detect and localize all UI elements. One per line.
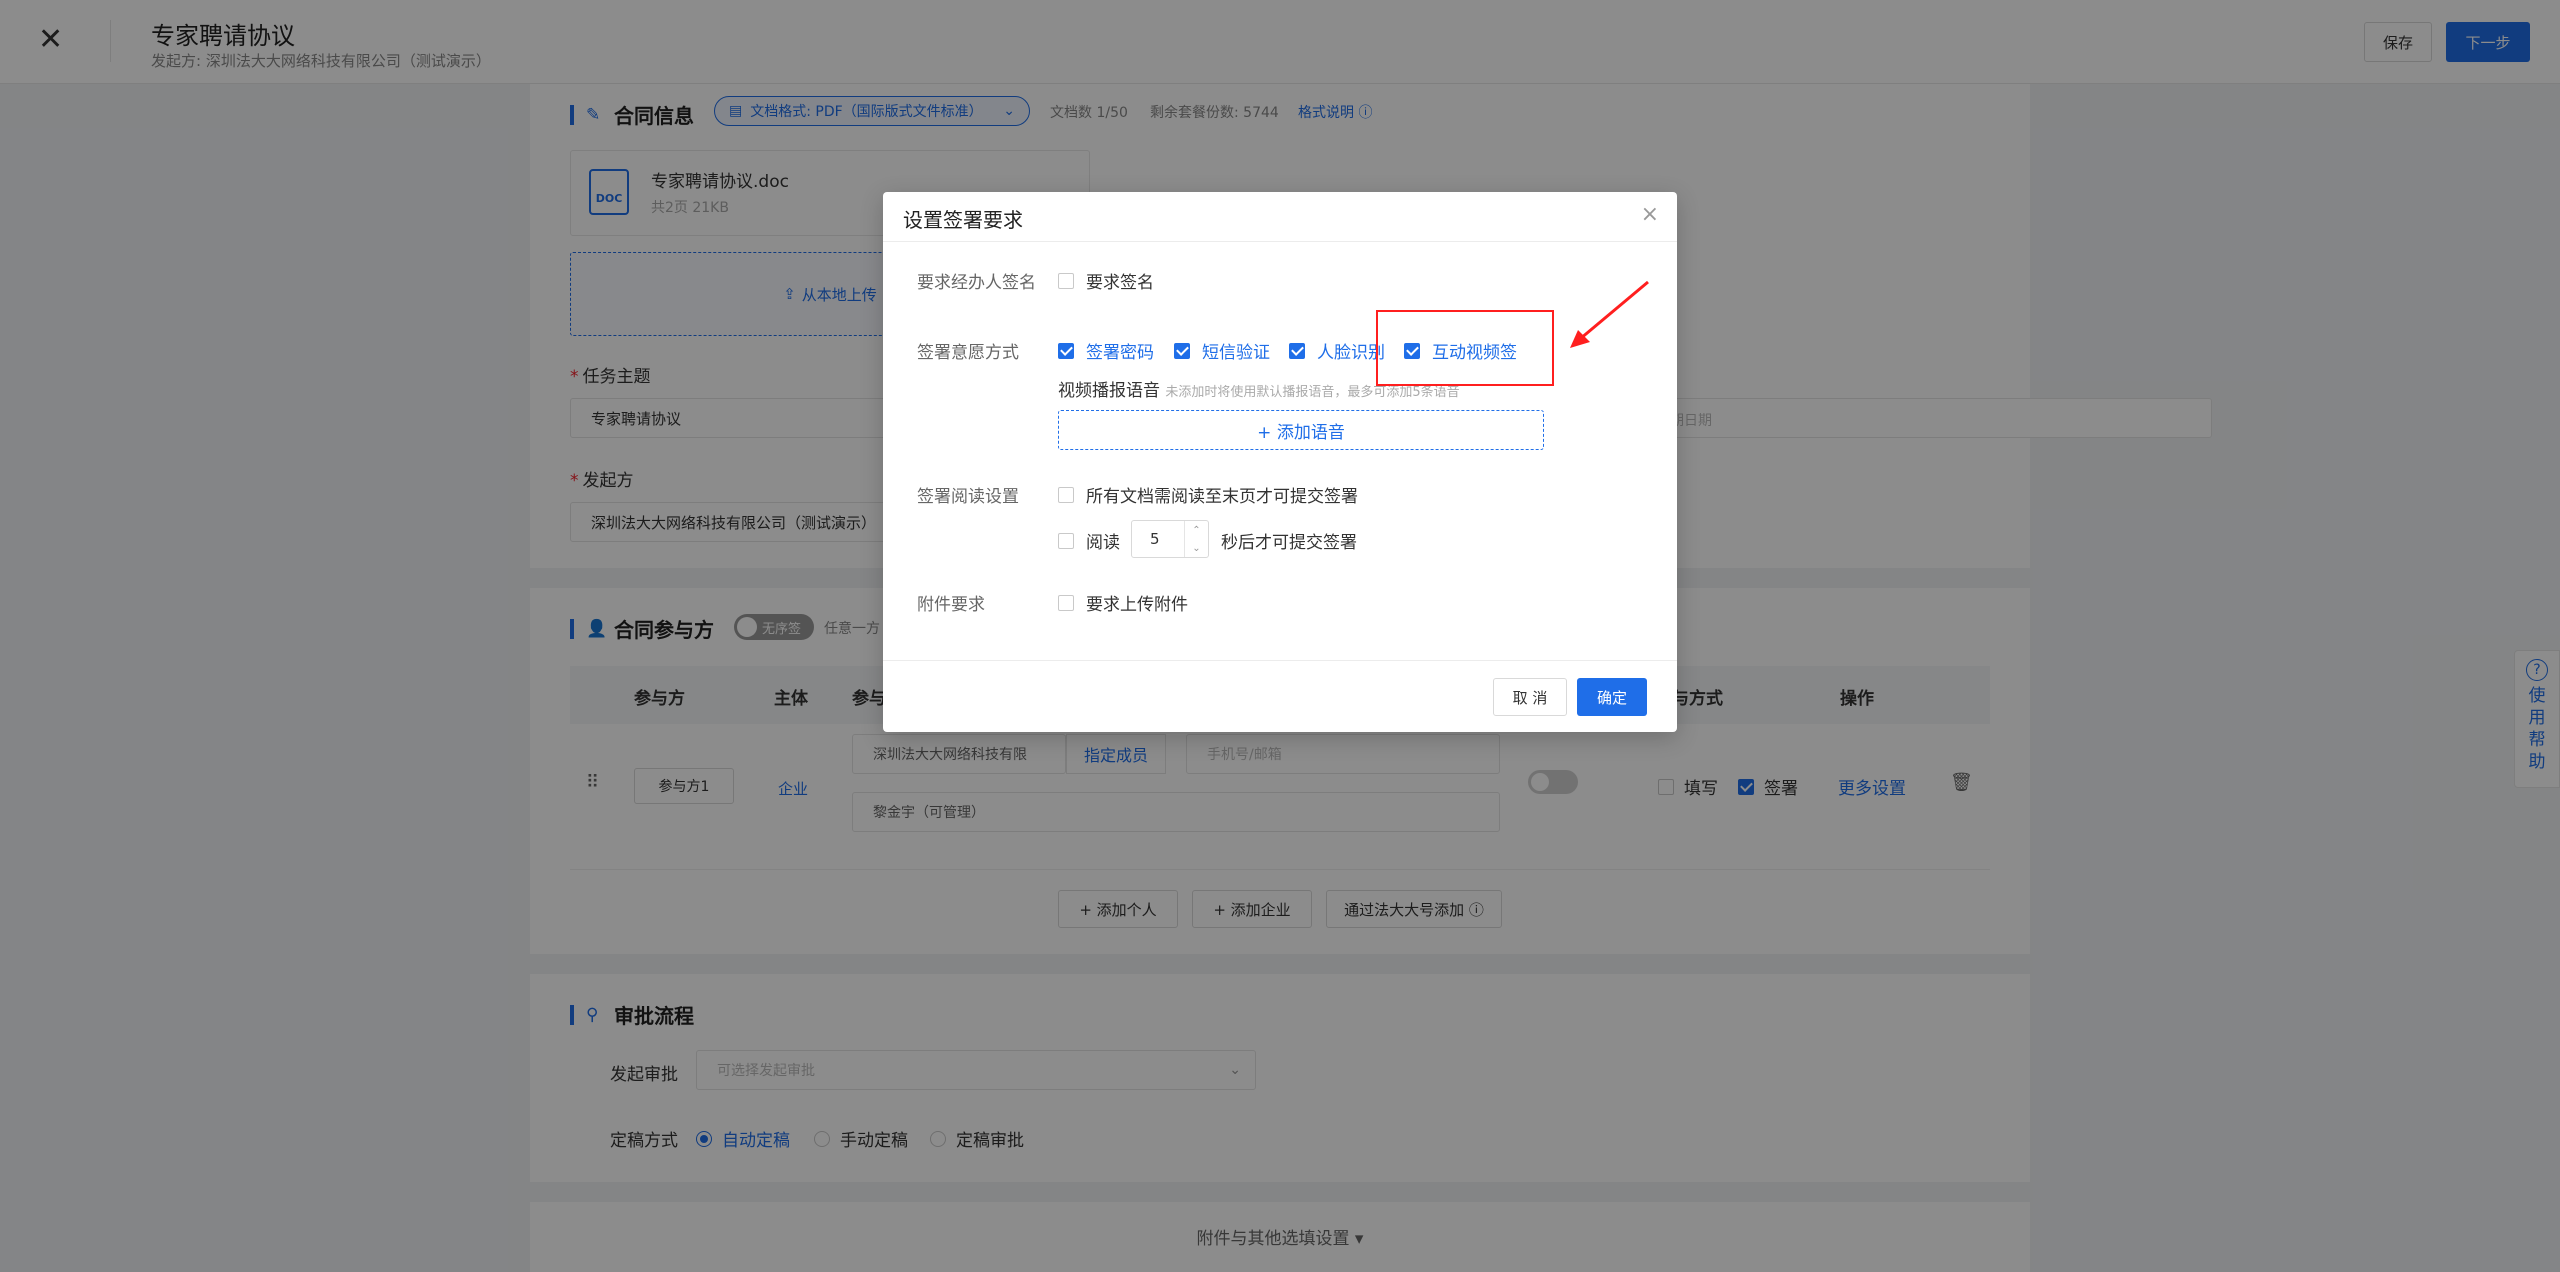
attachment-checkbox[interactable] bbox=[1058, 594, 1074, 611]
sms-verify-checkbox[interactable] bbox=[1174, 342, 1190, 359]
highlight-box bbox=[1376, 310, 1554, 386]
cancel-button[interactable]: 取 消 bbox=[1493, 678, 1567, 716]
attachment-label: 附件要求 bbox=[917, 595, 985, 615]
sign-password-checkbox[interactable] bbox=[1058, 342, 1074, 359]
require-sign-option[interactable]: 要求签名 bbox=[1058, 268, 1154, 293]
stepper-arrows[interactable]: ⌃ ⌄ bbox=[1184, 521, 1208, 557]
read-to-end-option[interactable]: 所有文档需阅读至末页才可提交签署 bbox=[1058, 482, 1358, 507]
require-sign-checkbox[interactable] bbox=[1058, 272, 1074, 289]
modal-header: 设置签署要求 × bbox=[883, 192, 1677, 242]
read-seconds-checkbox[interactable] bbox=[1058, 532, 1074, 549]
read-settings-label: 签署阅读设置 bbox=[917, 487, 1019, 507]
add-voice-button[interactable]: + 添加语音 bbox=[1058, 410, 1544, 450]
read-seconds-option[interactable]: 阅读 bbox=[1058, 528, 1120, 553]
willingness-label: 签署意愿方式 bbox=[917, 343, 1019, 363]
arrow-annotation bbox=[1570, 280, 1649, 348]
option-sign-password[interactable]: 签署密码 bbox=[1058, 338, 1154, 363]
read-seconds-stepper[interactable]: 5 ⌃ ⌄ bbox=[1131, 520, 1209, 558]
option-sms-verify[interactable]: 短信验证 bbox=[1174, 338, 1270, 363]
sign-requirements-dialog: 设置签署要求 × 要求经办人签名 要求签名 签署意愿方式 签署密码 短信验证 人… bbox=[883, 192, 1677, 732]
voice-hint: 未添加时将使用默认播报语音，最多可添加5条语音 bbox=[1165, 385, 1460, 400]
modal-title: 设置签署要求 bbox=[903, 208, 1023, 232]
read-seconds-suffix: 秒后才可提交签署 bbox=[1221, 533, 1357, 553]
require-sign-label: 要求经办人签名 bbox=[917, 273, 1036, 293]
chevron-down-icon[interactable]: ⌄ bbox=[1192, 543, 1200, 554]
face-recognition-checkbox[interactable] bbox=[1289, 342, 1305, 359]
confirm-button[interactable]: 确定 bbox=[1577, 678, 1647, 716]
attachment-option[interactable]: 要求上传附件 bbox=[1058, 590, 1188, 615]
close-icon[interactable]: × bbox=[1641, 202, 1659, 227]
option-face-recognition[interactable]: 人脸识别 bbox=[1289, 338, 1385, 363]
read-to-end-checkbox[interactable] bbox=[1058, 486, 1074, 503]
chevron-up-icon[interactable]: ⌃ bbox=[1192, 525, 1200, 536]
